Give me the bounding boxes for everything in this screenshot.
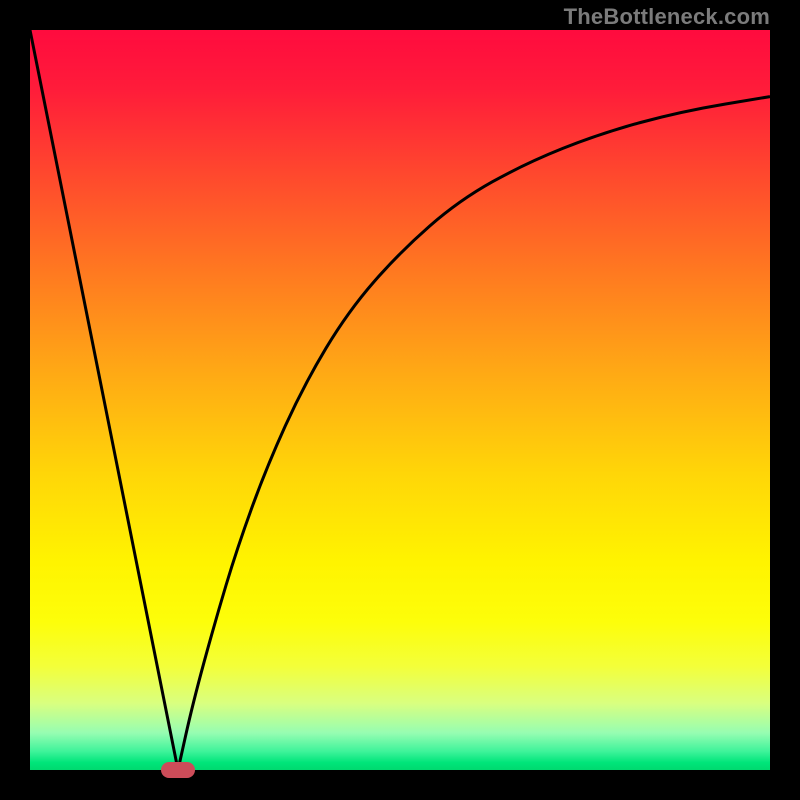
chart-container: TheBottleneck.com xyxy=(0,0,800,800)
curve-path xyxy=(30,30,770,770)
optimal-marker xyxy=(161,762,195,778)
bottleneck-curve xyxy=(30,30,770,770)
plot-area xyxy=(30,30,770,770)
attribution-label: TheBottleneck.com xyxy=(564,4,770,30)
